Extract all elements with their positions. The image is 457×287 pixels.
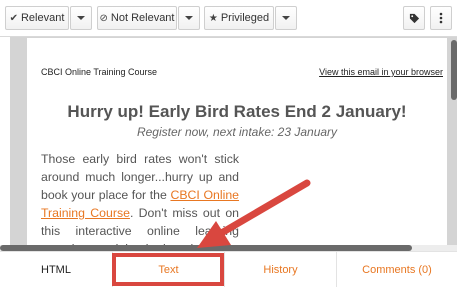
email-body: Those early bird rates won't stick aroun… <box>41 150 239 248</box>
email-preview: CBCI Online Training Course View this em… <box>27 38 447 248</box>
relevant-label: Relevant <box>20 12 65 24</box>
sender-line: CBCI Online Training Course <box>41 67 158 77</box>
not-relevant-dropdown-button[interactable] <box>178 6 200 30</box>
email-subheadline: Register now, next intake: 23 January <box>136 125 338 139</box>
vertical-scrollbar[interactable] <box>451 40 457 100</box>
star-icon: ★ <box>208 12 218 24</box>
not-relevant-button[interactable]: ⊘ Not Relevant <box>97 6 177 30</box>
vertical-ellipsis-icon <box>439 12 443 24</box>
relevant-dropdown-button[interactable] <box>70 6 92 30</box>
privileged-button[interactable]: ★ Privileged <box>204 6 274 30</box>
privileged-label: Privileged <box>220 12 270 24</box>
chevron-down-icon <box>282 16 290 20</box>
tab-html-label: HTML <box>41 264 71 276</box>
annotation-highlight-box <box>112 253 224 286</box>
view-tabs: HTML Text History Comments (0) <box>0 251 457 287</box>
tag-icon <box>409 13 419 23</box>
no-entry-icon: ⊘ <box>99 12 108 24</box>
chevron-down-icon <box>77 16 85 20</box>
tab-html[interactable]: HTML <box>0 252 113 287</box>
more-options-button[interactable] <box>430 6 452 30</box>
relevant-button[interactable]: ✔ Relevant <box>5 6 69 30</box>
email-headline: Hurry up! Early Bird Rates End 2 January… <box>67 102 407 121</box>
tab-history[interactable]: History <box>225 252 337 287</box>
email-viewer: ✔ Relevant ⊘ Not Relevant ★ Privileged C… <box>0 0 457 287</box>
tab-comments-label: Comments (0) <box>362 264 432 276</box>
not-relevant-label: Not Relevant <box>110 12 175 24</box>
tab-comments[interactable]: Comments (0) <box>337 252 457 287</box>
toolbar: ✔ Relevant ⊘ Not Relevant ★ Privileged <box>0 0 457 37</box>
view-in-browser-link[interactable]: View this email in your browser <box>319 67 443 77</box>
checkmark-icon: ✔ <box>9 12 18 24</box>
chevron-down-icon <box>185 16 193 20</box>
tag-button[interactable] <box>403 6 425 30</box>
email-header: CBCI Online Training Course View this em… <box>41 67 445 77</box>
privileged-dropdown-button[interactable] <box>275 6 297 30</box>
tab-history-label: History <box>263 264 298 276</box>
